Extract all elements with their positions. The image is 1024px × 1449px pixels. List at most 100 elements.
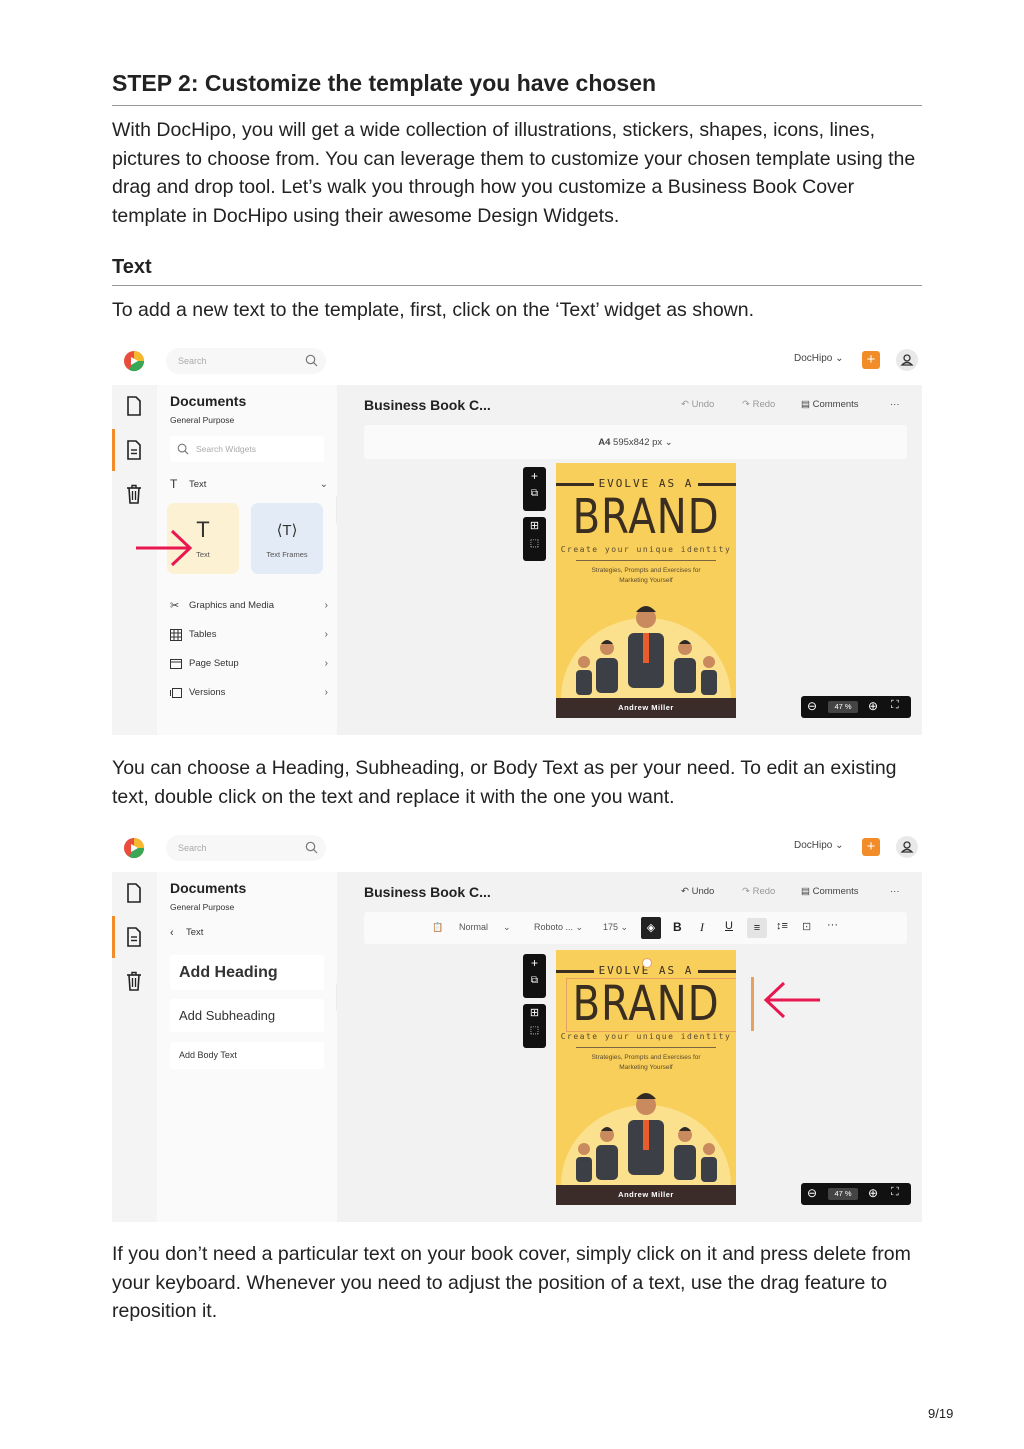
book-cover-page[interactable]: EVOLVE AS A BRAND Create your unique ide… [556, 950, 736, 1205]
menu-page-setup[interactable]: Page Setup › [170, 656, 328, 672]
back-label: Text [186, 927, 204, 938]
trash-icon[interactable] [124, 970, 144, 992]
cover-title[interactable]: BRAND [570, 489, 721, 545]
trash-icon[interactable] [124, 483, 144, 505]
text-box-icon[interactable]: ⊡ [802, 920, 811, 933]
font-size-value: 175 [603, 922, 619, 932]
redo-button[interactable]: ↷ Redo [742, 886, 775, 897]
menu-versions[interactable]: Versions › [170, 685, 328, 701]
undo-label: Undo [691, 886, 715, 897]
zoom-out-icon[interactable]: ⊖ [807, 1186, 817, 1200]
cover-tagline[interactable]: Create your unique identity [556, 545, 736, 554]
page-size-text: A4 595x842 px ⌄ [364, 437, 907, 448]
grid-toolbar: ⊞ ⬚ [523, 1004, 546, 1048]
pointer-arrow-icon [136, 529, 193, 567]
text-section-label: Text [189, 479, 207, 490]
zoom-level[interactable]: 47 % [828, 701, 858, 713]
rotate-handle-icon[interactable] [642, 958, 652, 968]
page-size-format: A4 [598, 437, 611, 448]
cover-author[interactable]: Andrew Miller [556, 1185, 736, 1205]
duplicate-page-icon[interactable]: ⧉ [523, 485, 546, 503]
paragraph-style-select[interactable]: Normal ⌄ [459, 922, 511, 933]
create-button[interactable]: + [862, 351, 880, 369]
add-page-icon[interactable]: + [523, 467, 546, 485]
grid-icon[interactable]: ⊞ [523, 517, 546, 535]
document-icon[interactable] [124, 882, 144, 904]
back-to-widgets[interactable]: ‹ Text [170, 925, 328, 941]
select-area-icon[interactable]: ⬚ [523, 535, 546, 553]
page-setup-icon [170, 659, 182, 669]
menu-tables[interactable]: Tables › [170, 627, 328, 643]
redo-button[interactable]: ↷ Redo [742, 399, 775, 410]
document-title[interactable]: Business Book C... [364, 397, 491, 413]
panel-title: Documents [170, 880, 247, 896]
more-options-button[interactable]: ··· [890, 399, 900, 410]
font-size-select[interactable]: 175 ⌄ [603, 922, 628, 933]
create-button[interactable]: + [862, 838, 880, 856]
user-avatar-button[interactable] [896, 836, 918, 858]
widgets-icon[interactable] [124, 439, 144, 461]
add-body-text-button[interactable]: Add Body Text [170, 1042, 324, 1069]
undo-button[interactable]: ↶ Undo [681, 399, 714, 410]
undo-button[interactable]: ↶ Undo [681, 886, 714, 897]
add-subheading-button[interactable]: Add Subheading [170, 999, 324, 1032]
grid-toolbar: ⊞ ⬚ [523, 517, 546, 561]
comments-button[interactable]: ▤ Comments [801, 886, 859, 897]
text-frames-icon: ⟨T⟩ [276, 522, 298, 539]
search-input[interactable]: Search [166, 348, 326, 374]
document-icon[interactable] [124, 395, 144, 417]
account-menu[interactable]: DocHipo ⌄ [794, 840, 844, 851]
text-color-icon[interactable]: ◈ [641, 917, 661, 939]
toolbar-more-button[interactable]: ··· [827, 919, 838, 931]
subsection-heading: Text [112, 256, 152, 278]
page-size-bar[interactable]: A4 595x842 px ⌄ [364, 425, 907, 459]
document-title[interactable]: Business Book C... [364, 884, 491, 900]
widgets-icon[interactable] [124, 926, 144, 948]
duplicate-page-icon[interactable]: ⧉ [523, 972, 546, 990]
text-section-toggle[interactable]: T Text ⌄ [170, 477, 328, 493]
comments-button[interactable]: ▤ Comments [801, 399, 859, 410]
instruction-paragraph-3: If you don’t need a particular text on y… [112, 1243, 911, 1322]
grid-icon[interactable]: ⊞ [523, 1004, 546, 1022]
font-family-select[interactable]: Roboto ... ⌄ [534, 922, 583, 933]
graphics-icon: ✂ [170, 600, 180, 612]
cover-description[interactable]: Strategies, Prompts and Exercises for Mar… [556, 566, 736, 586]
user-icon [900, 841, 914, 853]
add-page-icon[interactable]: + [523, 954, 546, 972]
cover-author[interactable]: Andrew Miller [556, 698, 736, 718]
cover-description-line-1: Strategies, Prompts and Exercises for [591, 1054, 701, 1061]
line-spacing-icon[interactable]: ↕≡ [776, 920, 788, 932]
fullscreen-icon[interactable]: ⛶ [891, 699, 899, 712]
cover-description-line-2: Marketing Yourself [619, 577, 673, 584]
underline-button[interactable]: U [725, 920, 733, 932]
select-area-icon[interactable]: ⬚ [523, 1022, 546, 1040]
bold-button[interactable]: B [673, 920, 682, 934]
account-menu[interactable]: DocHipo ⌄ [794, 353, 844, 364]
clipboard-icon[interactable]: 📋 [432, 922, 443, 933]
book-cover-page[interactable]: EVOLVE AS A BRAND Create your unique ide… [556, 463, 736, 718]
text-widgets-panel: Documents General Purpose ‹ Text Add Hea… [157, 872, 337, 1222]
user-avatar-button[interactable] [896, 349, 918, 371]
zoom-in-icon[interactable]: ⊕ [868, 699, 878, 713]
cover-divider [576, 1047, 716, 1048]
zoom-out-icon[interactable]: ⊖ [807, 699, 817, 713]
pointer-arrow-icon [763, 981, 820, 1019]
text-frames-card[interactable]: ⟨T⟩ Text Frames [251, 503, 323, 574]
chevron-left-icon: ‹ [170, 927, 174, 939]
zoom-in-icon[interactable]: ⊕ [868, 1186, 878, 1200]
cover-description[interactable]: Strategies, Prompts and Exercises for Mar… [556, 1053, 736, 1073]
cover-tagline[interactable]: Create your unique identity [556, 1032, 736, 1041]
search-input[interactable]: Search [166, 835, 326, 861]
editor-canvas: Business Book C... ↶ Undo ↷ Redo ▤ Comme… [337, 872, 922, 1222]
menu-graphics-and-media[interactable]: ✂ Graphics and Media › [170, 598, 328, 614]
zoom-level[interactable]: 47 % [828, 1188, 858, 1200]
italic-button[interactable]: I [700, 920, 704, 935]
chevron-right-icon: › [324, 687, 328, 698]
resize-handle[interactable] [751, 977, 754, 1031]
search-widgets-input[interactable]: Search Widgets [170, 436, 324, 462]
intro-paragraph: With DocHipo, you will get a wide collec… [112, 119, 916, 227]
fullscreen-icon[interactable]: ⛶ [891, 1186, 899, 1199]
more-options-button[interactable]: ··· [890, 886, 900, 897]
add-heading-button[interactable]: Add Heading [170, 955, 324, 990]
align-center-icon[interactable]: ≡ [747, 918, 767, 938]
